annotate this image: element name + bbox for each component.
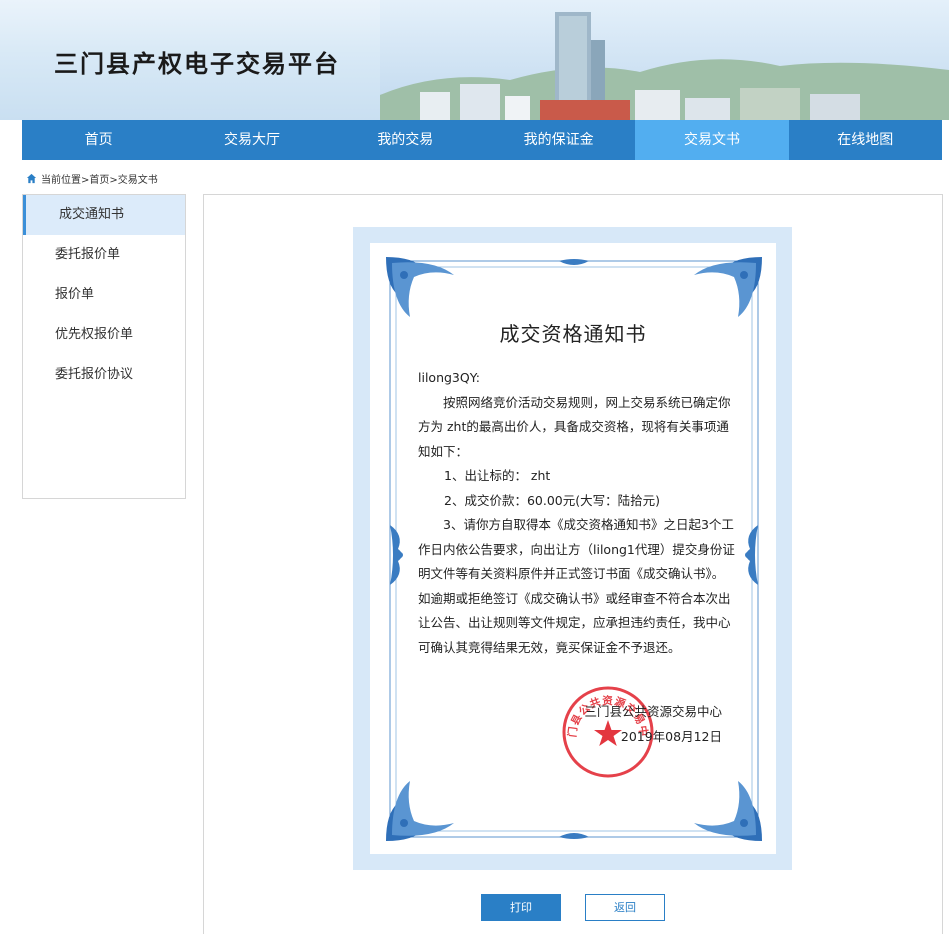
side-ornament-left [390, 525, 403, 585]
header-banner: 三门县产权电子交易平台 [0, 0, 949, 120]
sidebar-item-quote[interactable]: 报价单 [23, 275, 185, 315]
back-button[interactable]: 返回 [585, 894, 665, 921]
sidebar-item-entrusted-quote[interactable]: 委托报价单 [23, 235, 185, 275]
item-1: 1、出让标的： zht [444, 468, 551, 483]
main-nav: 首页 交易大厅 我的交易 我的保证金 交易文书 在线地图 [22, 120, 942, 160]
edge-ornament-bottom [559, 833, 589, 839]
item-3: 3、请你方自取得本《成交资格通知书》之日起3个工作日内依公告要求，向出让方（li… [418, 517, 735, 655]
home-icon [26, 173, 37, 183]
breadcrumb: 当前位置>首页>交易文书 [26, 171, 158, 186]
nav-item-trading-hall[interactable]: 交易大厅 [175, 120, 328, 160]
site-title: 三门县产权电子交易平台 [54, 50, 340, 78]
nav-item-my-trades[interactable]: 我的交易 [329, 120, 482, 160]
sidebar: 成交通知书 委托报价单 报价单 优先权报价单 委托报价协议 [22, 194, 186, 499]
sidebar-item-entrusted-quote-agreement[interactable]: 委托报价协议 [23, 355, 185, 395]
sidebar-item-deal-notice[interactable]: 成交通知书 [23, 195, 185, 235]
item-2: 2、成交价款：60.00元(大写：陆拾元) [444, 492, 660, 508]
side-ornament-right [745, 525, 758, 585]
print-button[interactable]: 打印 [481, 894, 561, 921]
nav-item-my-deposit[interactable]: 我的保证金 [482, 120, 635, 160]
breadcrumb-text: 当前位置>首页>交易文书 [41, 174, 158, 186]
nav-item-trade-documents[interactable]: 交易文书 [635, 120, 789, 160]
certificate-body: lilong3QY: 按照网络竞价活动交易规则，网上交易系统已确定你方为 zht… [418, 366, 736, 660]
recipient-line: lilong3QY: [418, 370, 480, 385]
nav-item-online-map[interactable]: 在线地图 [789, 120, 942, 160]
issuing-organization: 三门县公共资源交易中心 [584, 704, 722, 719]
sidebar-item-priority-quote[interactable]: 优先权报价单 [23, 315, 185, 355]
nav-item-home[interactable]: 首页 [22, 120, 175, 160]
city-skyline-image [380, 0, 949, 120]
edge-ornament-top [559, 259, 589, 265]
intro-paragraph: 按照网络竞价活动交易规则，网上交易系统已确定你方为 zht的最高出价人，具备成交… [418, 394, 731, 459]
issue-date: 2019年08月12日 [620, 729, 722, 744]
certificate-title: 成交资格通知书 [499, 322, 647, 346]
